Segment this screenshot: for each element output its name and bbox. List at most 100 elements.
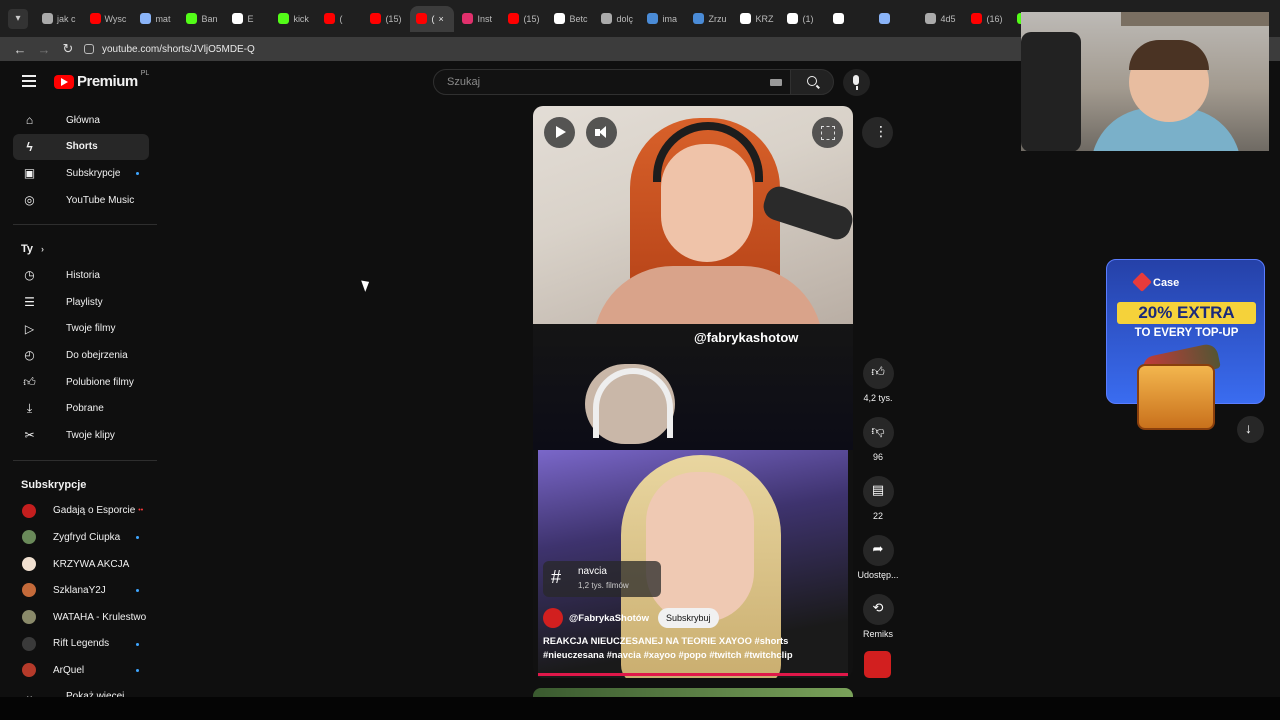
- browser-tab[interactable]: [873, 6, 917, 32]
- search-input[interactable]: [445, 75, 745, 89]
- video-caption[interactable]: REAKCJA NIEUCZESANEJ NA TEORIE XAYOO #sh…: [543, 634, 843, 661]
- tab-close-icon[interactable]: ×: [438, 14, 443, 24]
- tab-favicon-icon: [833, 13, 845, 24]
- subscription-item[interactable]: KRZYWA AKCJA: [13, 551, 149, 578]
- browser-tab[interactable]: (×: [410, 5, 455, 32]
- subscribe-button[interactable]: Subskrybuj: [658, 608, 719, 628]
- new-content-dot-icon: [136, 669, 139, 673]
- subscription-item[interactable]: ArQuel: [13, 657, 149, 684]
- sidebar-item[interactable]: ◷ Historia: [13, 262, 149, 289]
- volume-button[interactable]: [586, 117, 617, 148]
- webcam-overlay: [1021, 12, 1269, 151]
- browser-tab[interactable]: [827, 6, 871, 32]
- sidebar-item[interactable]: ◎ YouTube Music: [13, 187, 149, 214]
- browser-tab[interactable]: (16): [965, 6, 1009, 32]
- channel-avatar: [22, 503, 36, 518]
- tab-favicon-icon: [89, 13, 101, 24]
- voice-search-button[interactable]: [843, 69, 870, 96]
- tab-favicon-icon: [693, 13, 705, 24]
- you-title: Ty: [21, 243, 34, 256]
- comments-button[interactable]: ▤: [862, 476, 894, 507]
- live-indicator-icon: ••: [138, 507, 144, 515]
- sidebar-item[interactable]: ▣ Subskrypcje: [13, 160, 149, 187]
- browser-tab[interactable]: (15): [364, 6, 408, 32]
- browser-tab[interactable]: E: [226, 6, 270, 32]
- sidebar-item[interactable]: 👍︎ Polubione filmy: [13, 369, 149, 396]
- sidebar-item[interactable]: ✂ Twoje klipy: [13, 422, 149, 449]
- back-arrow-icon[interactable]: ←: [8, 42, 32, 57]
- remix-button[interactable]: ⟲: [862, 594, 894, 625]
- you-section-title[interactable]: Ty ›: [0, 236, 160, 262]
- sidebar-item[interactable]: ⌂ Główna: [13, 107, 149, 134]
- sidebar-item-label: Rift Legends: [53, 638, 110, 650]
- menu-icon[interactable]: [22, 75, 36, 87]
- browser-tab[interactable]: Betc: [548, 6, 593, 32]
- browser-tab[interactable]: (1): [781, 6, 825, 32]
- sidebar-item[interactable]: ▷ Twoje filmy: [13, 316, 149, 343]
- subscription-item[interactable]: WATAHA - Krulestwo: [13, 604, 149, 631]
- channel-thumbnail-icon[interactable]: [864, 651, 891, 678]
- share-button[interactable]: ➦: [862, 535, 894, 566]
- browser-tab[interactable]: Zrzu: [687, 6, 732, 32]
- sidebar-item-label: SzklanaY2J: [53, 585, 106, 597]
- dislike-button[interactable]: 👎︎: [862, 417, 894, 448]
- tab-favicon-icon: [42, 13, 53, 24]
- search-button[interactable]: [790, 69, 834, 95]
- sidebar-item-label: Historia: [66, 270, 100, 282]
- sidebar-item[interactable]: ⤓ Pobrane: [13, 395, 149, 422]
- more-options-button[interactable]: [862, 117, 893, 148]
- advertisement[interactable]: Case 20% EXTRA TO EVERY TOP-UP: [1106, 259, 1265, 430]
- tab-label: (1): [802, 13, 814, 24]
- youtube-premium-logo[interactable]: Premium PL: [54, 70, 149, 90]
- tab-favicon-icon: [324, 13, 336, 24]
- tab-label: (15): [523, 13, 540, 24]
- sidebar-item-label: WATAHA - Krulestwo: [53, 611, 147, 623]
- subscription-item[interactable]: SzklanaY2J: [13, 577, 149, 604]
- channel-avatar: [22, 636, 36, 651]
- remix-label: Remiks: [862, 629, 893, 639]
- browser-tab[interactable]: (: [318, 6, 362, 32]
- next-video-button[interactable]: [1237, 416, 1264, 443]
- browser-tab[interactable]: kick: [272, 6, 316, 32]
- home-icon: ⌂: [25, 113, 34, 127]
- ad-headline: 20% EXTRA: [1117, 302, 1256, 324]
- browser-tab[interactable]: Inst: [456, 6, 500, 32]
- browser-tab[interactable]: KRZ: [734, 6, 779, 32]
- browser-tab[interactable]: (15): [502, 6, 546, 32]
- site-info-icon[interactable]: [84, 44, 94, 54]
- browser-tab[interactable]: dolç: [595, 6, 639, 32]
- ad-brand-logo-icon: [1132, 272, 1152, 292]
- subscription-item[interactable]: Gadają o Esporcie ••: [13, 498, 149, 525]
- browser-tab[interactable]: Wysc: [84, 6, 133, 32]
- hashtag-chip[interactable]: # navcia 1,2 tys. filmów: [543, 561, 661, 597]
- subscription-item[interactable]: Zygfryd Ciupka: [13, 524, 149, 551]
- browser-tab[interactable]: jak c: [36, 6, 82, 32]
- sidebar-item[interactable]: ϟ Shorts: [13, 133, 149, 161]
- fullscreen-button[interactable]: [812, 117, 843, 148]
- channel-name[interactable]: @FabrykaShotów: [569, 613, 649, 624]
- subscriptions-icon: ▣: [23, 166, 36, 181]
- sidebar-item[interactable]: ◴ Do obejrzenia: [13, 342, 149, 369]
- sidebar-item-label: Subskrypcje: [66, 167, 121, 179]
- hashtag-name: navcia: [578, 566, 607, 577]
- comment-icon: ▤: [871, 482, 885, 497]
- browser-tab[interactable]: ima: [641, 6, 685, 32]
- reload-icon[interactable]: ↻: [56, 41, 80, 57]
- tab-favicon-icon: [232, 13, 244, 24]
- subscription-item[interactable]: Rift Legends: [13, 631, 149, 658]
- browser-tab[interactable]: 4d5: [919, 6, 963, 32]
- url-field[interactable]: youtube.com/shorts/JVljO5MDE-Q: [84, 44, 255, 55]
- forward-arrow-icon[interactable]: →: [32, 42, 56, 57]
- sidebar-item-label: YouTube Music: [66, 194, 135, 206]
- tab-search-chevron-icon[interactable]: ▾: [8, 8, 28, 29]
- browser-tab[interactable]: mat: [134, 6, 178, 32]
- shorts-player[interactable]: @fabrykashotow # navcia 1,2 tys. filmów …: [533, 106, 853, 678]
- sidebar-item[interactable]: ☰ Playlisty: [13, 289, 149, 316]
- channel-avatar[interactable]: [543, 608, 563, 628]
- browser-tab[interactable]: Ban: [180, 6, 224, 32]
- progress-bar[interactable]: [538, 673, 848, 676]
- like-button[interactable]: 👍︎: [862, 358, 894, 389]
- sidebar-item-label: Zygfryd Ciupka: [53, 531, 121, 543]
- play-button[interactable]: [544, 117, 575, 148]
- keyboard-icon[interactable]: [770, 79, 782, 86]
